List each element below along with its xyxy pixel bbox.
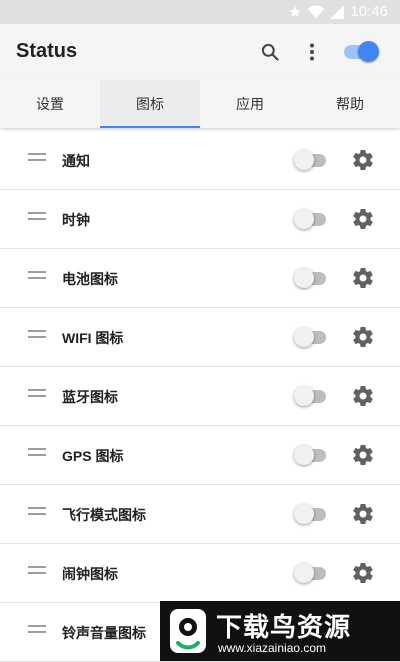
list-item-label: 蓝牙图标 — [62, 389, 118, 405]
item-toggle[interactable] — [294, 327, 328, 348]
icon-list: 通知 时钟 电池图标 WIFI 图标 蓝牙图标 GPS 图标 飞行模式图标 闹钟… — [0, 131, 400, 662]
list-item: 时钟 — [0, 190, 400, 249]
search-button[interactable] — [256, 38, 284, 66]
drag-handle-icon[interactable] — [28, 389, 46, 397]
list-item: 电池图标 — [0, 249, 400, 308]
list-item-label: 铃声音量图标 — [62, 625, 146, 641]
gear-icon[interactable] — [351, 384, 375, 408]
tab-label: 应用 — [236, 97, 264, 113]
signal-icon — [330, 4, 345, 19]
list-item: 通知 — [0, 131, 400, 190]
item-toggle[interactable] — [294, 150, 328, 171]
more-options-button[interactable] — [298, 38, 326, 66]
tab-apps[interactable]: 应用 — [200, 80, 300, 128]
tab-label: 设置 — [36, 97, 64, 113]
app-bar: Status — [0, 24, 400, 80]
tab-bar: 设置 图标 应用 帮助 — [0, 80, 400, 128]
list-item-label: WIFI 图标 — [62, 330, 124, 346]
item-toggle[interactable] — [294, 209, 328, 230]
star-icon — [289, 5, 302, 17]
tab-help[interactable]: 帮助 — [300, 80, 400, 128]
watermark-banner: 下载鸟资源 www.xiazainiao.com — [160, 601, 400, 661]
gear-icon[interactable] — [351, 148, 375, 172]
tab-indicator — [100, 126, 200, 128]
list-item: WIFI 图标 — [0, 308, 400, 367]
more-vert-icon — [310, 43, 314, 61]
switch-thumb — [358, 41, 379, 62]
list-item: 闹钟图标 — [0, 544, 400, 603]
drag-handle-icon[interactable] — [28, 507, 46, 515]
tab-label: 图标 — [136, 97, 164, 113]
master-toggle-switch[interactable] — [344, 38, 380, 66]
item-toggle[interactable] — [294, 445, 328, 466]
wifi-icon — [308, 4, 325, 19]
list-item: 飞行模式图标 — [0, 485, 400, 544]
tab-settings[interactable]: 设置 — [0, 80, 100, 128]
drag-handle-icon[interactable] — [28, 330, 46, 338]
drag-handle-icon[interactable] — [28, 271, 46, 279]
drag-handle-icon[interactable] — [28, 448, 46, 456]
list-item: GPS 图标 — [0, 426, 400, 485]
list-item-label: 飞行模式图标 — [62, 507, 146, 523]
watermark-title: 下载鸟资源 — [216, 613, 352, 643]
gear-icon[interactable] — [351, 502, 375, 526]
list-item-label: 时钟 — [62, 212, 90, 228]
list-item-label: 通知 — [62, 153, 90, 169]
drag-handle-icon[interactable] — [28, 153, 46, 161]
item-toggle[interactable] — [294, 386, 328, 407]
bird-logo-icon — [170, 609, 206, 653]
app-title: Status — [16, 40, 78, 62]
item-toggle[interactable] — [294, 504, 328, 525]
list-item-label: 闹钟图标 — [62, 566, 118, 582]
drag-handle-icon[interactable] — [28, 212, 46, 220]
status-time: 10:46 — [350, 3, 388, 20]
gear-icon[interactable] — [351, 561, 375, 585]
list-item: 蓝牙图标 — [0, 367, 400, 426]
status-bar: 10:46 — [0, 0, 400, 24]
list-item-label: 电池图标 — [62, 271, 118, 287]
drag-handle-icon[interactable] — [28, 566, 46, 574]
item-toggle[interactable] — [294, 268, 328, 289]
watermark-url: www.xiazainiao.com — [218, 641, 327, 655]
tab-icons[interactable]: 图标 — [100, 80, 200, 128]
tab-label: 帮助 — [336, 97, 364, 113]
drag-handle-icon[interactable] — [28, 625, 46, 633]
list-item-label: GPS 图标 — [62, 448, 124, 464]
gear-icon[interactable] — [351, 266, 375, 290]
gear-icon[interactable] — [351, 325, 375, 349]
search-icon — [261, 43, 279, 61]
gear-icon[interactable] — [351, 207, 375, 231]
item-toggle[interactable] — [294, 563, 328, 584]
gear-icon[interactable] — [351, 443, 375, 467]
